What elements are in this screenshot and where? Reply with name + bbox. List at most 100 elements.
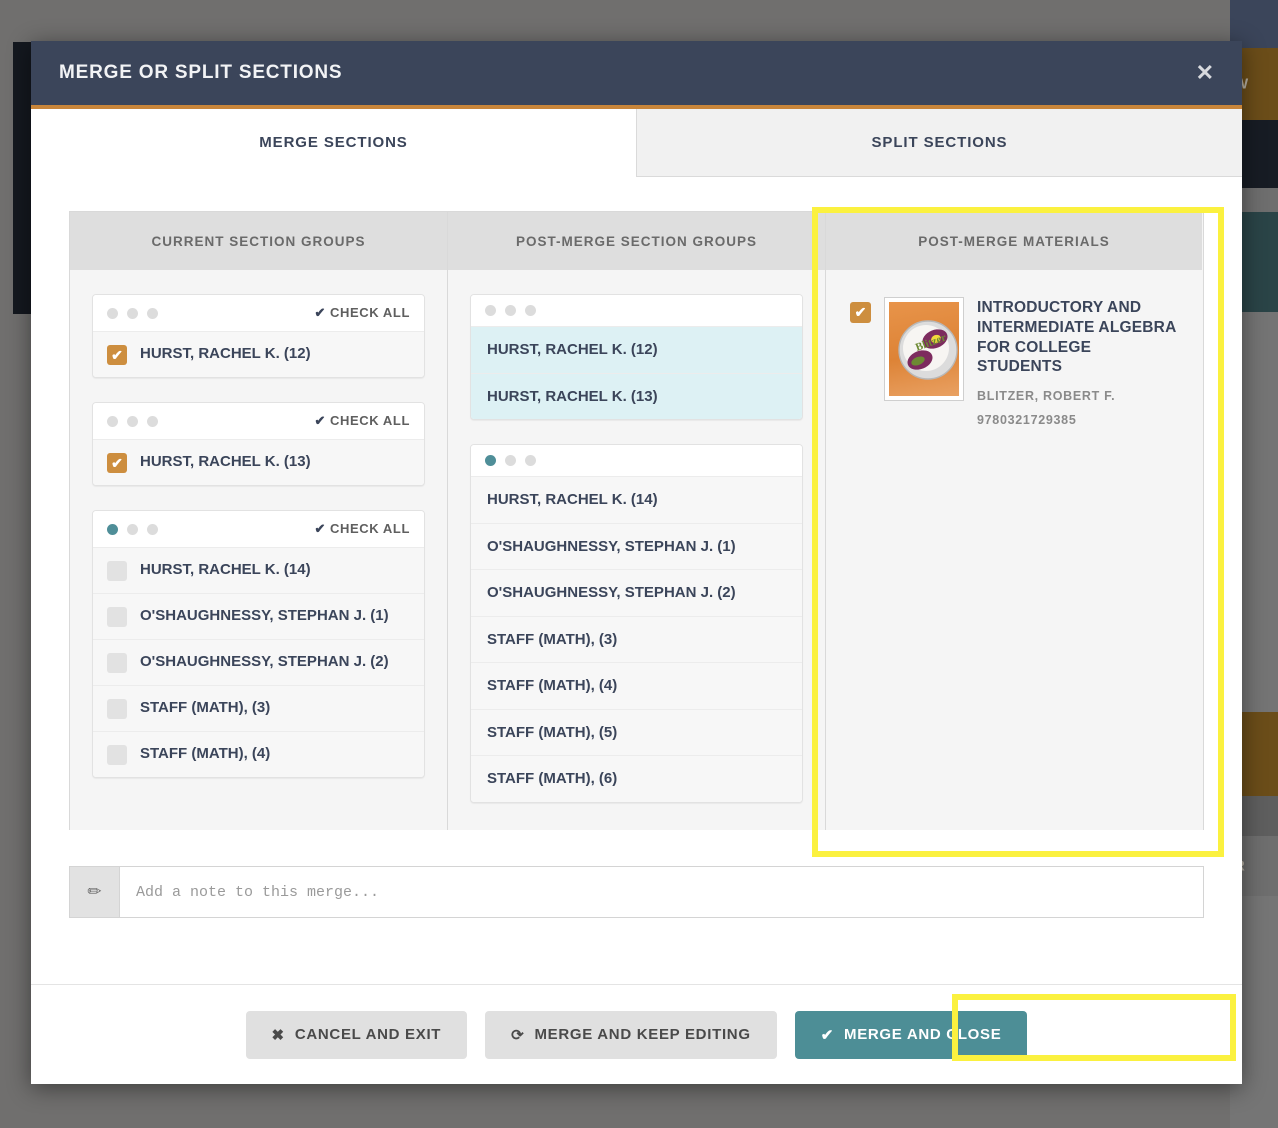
cancel-and-exit-label: CANCEL AND EXIT	[295, 1026, 441, 1043]
section-row[interactable]: O'SHAUGHNESSY, STEPHAN J. (2)	[93, 640, 424, 686]
section-row-label: HURST, RACHEL K. (13)	[140, 452, 311, 472]
modal-header: MERGE OR SPLIT SECTIONS ✕	[31, 41, 1242, 109]
check-icon: ✔	[314, 305, 326, 320]
section-row-label: O'SHAUGHNESSY, STEPHAN J. (1)	[140, 606, 389, 626]
merge-and-close-label: MERGE AND CLOSE	[844, 1026, 1001, 1043]
check-icon: ✔	[314, 413, 326, 428]
status-dot	[147, 524, 158, 535]
postmerge-section-groups-header: POST-MERGE SECTION GROUPS	[448, 212, 825, 270]
status-dot	[505, 305, 516, 316]
book-cover-image: Blitzer	[885, 298, 963, 400]
section-checkbox[interactable]: ✔	[107, 453, 127, 473]
postmerge-group-0-status-dots	[485, 305, 536, 316]
material-checkbox[interactable]: ✔	[850, 302, 871, 323]
section-row-label: STAFF (MATH), (4)	[140, 744, 270, 764]
material-text: INTRODUCTORY AND INTERMEDIATE ALGEBRA FO…	[977, 298, 1178, 427]
postmerge-row[interactable]: HURST, RACHEL K. (14)	[471, 477, 802, 524]
section-row-label: STAFF (MATH), (3)	[140, 698, 270, 718]
columns-container: CURRENT SECTION GROUPS ✔ CHECK ALL ✔ HURST,…	[69, 211, 1204, 830]
current-group-2-status-dots	[107, 524, 158, 535]
postmerge-row[interactable]: STAFF (MATH), (3)	[471, 617, 802, 664]
section-group: ✔ CHECK ALL HURST, RACHEL K. (14) O'SHAUGHN…	[92, 510, 425, 778]
postmerge-section-groups-list[interactable]: HURST, RACHEL K. (12)HURST, RACHEL K. (1…	[448, 270, 825, 830]
postmerge-group: HURST, RACHEL K. (12)HURST, RACHEL K. (1…	[470, 294, 803, 420]
section-group: ✔ CHECK ALL ✔ HURST, RACHEL K. (12)	[92, 294, 425, 378]
material-item[interactable]: ✔ BlitzerINTRODUCTORY AND INTERMEDIATE AL…	[848, 294, 1180, 431]
section-row[interactable]: HURST, RACHEL K. (14)	[93, 548, 424, 594]
section-checkbox[interactable]	[107, 607, 127, 627]
status-dot	[525, 305, 536, 316]
modal-footer: ✖ CANCEL AND EXIT ⟳ MERGE AND KEEP EDITING ✔…	[31, 984, 1242, 1084]
section-row-label: O'SHAUGHNESSY, STEPHAN J. (2)	[140, 652, 389, 672]
section-checkbox[interactable]	[107, 699, 127, 719]
postmerge-row[interactable]: O'SHAUGHNESSY, STEPHAN J. (2)	[471, 570, 802, 617]
current-section-groups-list[interactable]: ✔ CHECK ALL ✔ HURST, RACHEL K. (12) ✔ CHECK A…	[70, 270, 447, 830]
close-icon[interactable]: ✕	[1190, 58, 1220, 88]
section-checkbox[interactable]: ✔	[107, 345, 127, 365]
postmerge-row[interactable]: STAFF (MATH), (4)	[471, 663, 802, 710]
postmerge-row[interactable]: STAFF (MATH), (6)	[471, 756, 802, 802]
postmerge-group: HURST, RACHEL K. (14)O'SHAUGHNESSY, STEP…	[470, 444, 803, 803]
status-dot	[485, 455, 496, 466]
section-row[interactable]: O'SHAUGHNESSY, STEPHAN J. (1)	[93, 594, 424, 640]
section-row[interactable]: STAFF (MATH), (4)	[93, 732, 424, 777]
tab-bar: MERGE SECTIONS SPLIT SECTIONS	[31, 109, 1242, 177]
merge-and-keep-editing-icon: ⟳	[511, 1026, 524, 1044]
material-author: BLITZER, ROBERT F.	[977, 389, 1178, 403]
postmerge-row[interactable]: O'SHAUGHNESSY, STEPHAN J. (1)	[471, 524, 802, 571]
section-checkbox[interactable]	[107, 561, 127, 581]
status-dot	[525, 455, 536, 466]
cancel-and-exit-icon: ✖	[272, 1026, 285, 1044]
section-row[interactable]: STAFF (MATH), (3)	[93, 686, 424, 732]
postmerge-row[interactable]: HURST, RACHEL K. (13)	[471, 374, 802, 420]
status-dot	[107, 308, 118, 319]
merge-and-close-icon: ✔	[821, 1026, 834, 1044]
merge-and-close-button[interactable]: ✔ MERGE AND CLOSE	[795, 1011, 1028, 1059]
current-group-1-status-dots	[107, 416, 158, 427]
section-checkbox[interactable]	[107, 745, 127, 765]
note-input[interactable]	[119, 866, 1204, 918]
status-dot	[505, 455, 516, 466]
postmerge-materials-header: POST-MERGE MATERIALS	[826, 212, 1202, 270]
background-left-rail	[13, 42, 31, 314]
postmerge-row[interactable]: HURST, RACHEL K. (12)	[471, 327, 802, 374]
check-all-label: CHECK ALL	[330, 413, 410, 428]
merge-and-keep-editing-button[interactable]: ⟳ MERGE AND KEEP EDITING	[485, 1011, 777, 1059]
status-dot	[107, 524, 118, 535]
cancel-and-exit-button[interactable]: ✖ CANCEL AND EXIT	[246, 1011, 468, 1059]
check-all-button[interactable]: ✔ CHECK ALL	[314, 305, 410, 321]
check-icon: ✔	[314, 521, 326, 536]
postmerge-group-header	[471, 445, 802, 477]
section-row-label: HURST, RACHEL K. (14)	[140, 560, 311, 580]
check-all-button[interactable]: ✔ CHECK ALL	[314, 521, 410, 537]
current-section-groups-header: CURRENT SECTION GROUPS	[70, 212, 447, 270]
current-group-0-status-dots	[107, 308, 158, 319]
section-group-header: ✔ CHECK ALL	[93, 295, 424, 332]
status-dot	[147, 308, 158, 319]
postmerge-row[interactable]: STAFF (MATH), (5)	[471, 710, 802, 757]
section-group-header: ✔ CHECK ALL	[93, 511, 424, 548]
material-isbn: 9780321729385	[977, 413, 1178, 427]
tab-merge-sections[interactable]: MERGE SECTIONS	[31, 109, 636, 177]
pencil-icon: ✏	[69, 866, 119, 918]
postmerge-materials-list[interactable]: ✔ BlitzerINTRODUCTORY AND INTERMEDIATE AL…	[826, 270, 1202, 830]
check-all-button[interactable]: ✔ CHECK ALL	[314, 413, 410, 429]
merge-or-split-sections-modal: MERGE OR SPLIT SECTIONS ✕ MERGE SECTIONS…	[31, 41, 1242, 1084]
status-dot	[127, 524, 138, 535]
merge-and-keep-editing-label: MERGE AND KEEP EDITING	[534, 1026, 750, 1043]
modal-title: MERGE OR SPLIT SECTIONS	[59, 62, 342, 84]
postmerge-section-groups-column: POST-MERGE SECTION GROUPS HURST, RACHEL …	[448, 212, 826, 830]
status-dot	[107, 416, 118, 427]
check-all-label: CHECK ALL	[330, 521, 410, 536]
section-row[interactable]: ✔ HURST, RACHEL K. (12)	[93, 332, 424, 377]
section-row-label: HURST, RACHEL K. (12)	[140, 344, 311, 364]
status-dot	[127, 308, 138, 319]
section-group-header: ✔ CHECK ALL	[93, 403, 424, 440]
tab-merge-sections-label: MERGE SECTIONS	[259, 134, 407, 151]
tab-split-sections[interactable]: SPLIT SECTIONS	[636, 109, 1242, 177]
section-group: ✔ CHECK ALL ✔ HURST, RACHEL K. (13)	[92, 402, 425, 486]
check-all-label: CHECK ALL	[330, 305, 410, 320]
status-dot	[485, 305, 496, 316]
section-checkbox[interactable]	[107, 653, 127, 673]
section-row[interactable]: ✔ HURST, RACHEL K. (13)	[93, 440, 424, 485]
